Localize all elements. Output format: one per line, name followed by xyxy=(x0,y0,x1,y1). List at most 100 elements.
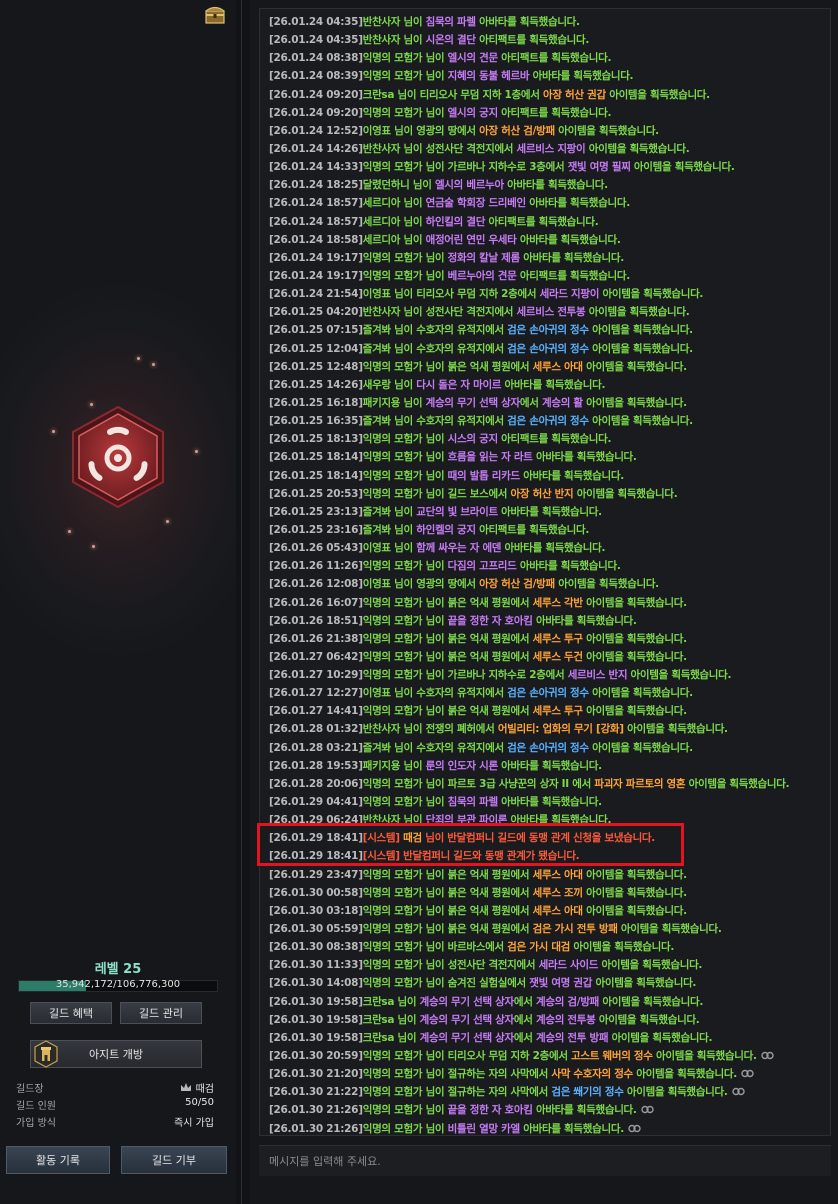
guild-manage-button[interactable]: 길드 관리 xyxy=(120,1002,202,1024)
link-icon[interactable] xyxy=(760,1051,774,1060)
log-text: 익명의 모험가 님이 xyxy=(362,52,448,65)
log-text: 아이템을 획득했습니다. xyxy=(599,995,704,1008)
log-timestamp: [26.01.25 14:26] xyxy=(269,378,363,391)
log-text: 아바타를 획득했습니다. xyxy=(519,251,624,264)
log-text: 연금술 학회장 드리베인 xyxy=(425,197,527,210)
log-timestamp: [26.01.25 20:53] xyxy=(269,487,363,500)
log-text: 아티팩트를 획득했습니다. xyxy=(485,215,599,228)
log-text: 아이템을 획득했습니다. xyxy=(630,161,735,174)
log-text: 익명의 모험가 님이 xyxy=(362,70,448,83)
log-text: 아바타를 획득했습니다. xyxy=(516,560,621,573)
log-timestamp: [26.01.25 07:15] xyxy=(269,324,363,337)
log-timestamp: [26.01.27 10:29] xyxy=(269,669,363,682)
log-text: 익명의 모험가 님이 파르토 3급 사냥꾼의 상자 II 에서 xyxy=(362,777,595,790)
log-text: 아이템을 획득했습니다. xyxy=(582,632,687,645)
log-timestamp: [26.01.30 03:18] xyxy=(269,904,363,917)
log-entry: [26.01.25 20:53]익명의 모험가 님이 길드 보스에서 아장 허산… xyxy=(269,485,829,503)
log-text: 계승의 무기 선택 상자 xyxy=(419,1031,515,1044)
log-text: 익명의 모험가 님이 가르바나 지하수로 3층에서 xyxy=(362,161,568,174)
hideout-open-button[interactable]: 아지트 개방 xyxy=(30,1040,202,1068)
log-text: 어빌리티: 업화의 무기 [강화] xyxy=(497,723,624,736)
log-text: 엘시의 견문 xyxy=(447,52,498,65)
sparkle-effect xyxy=(68,530,71,533)
log-text: 세라드 사이드 xyxy=(538,959,599,972)
log-entry: [26.01.24 08:39]익명의 모험가 님이 지혜의 동불 헤르바 아바… xyxy=(269,67,829,85)
log-text: 아티팩트를 획득했습니다. xyxy=(497,106,612,119)
message-input[interactable]: 메시지를 입력해 주세요. xyxy=(259,1145,831,1176)
log-text: 아바타를 획득했습니다. xyxy=(519,1122,624,1135)
log-timestamp: [26.01.25 16:35] xyxy=(269,415,363,428)
log-text: 세르비스 지팡이 xyxy=(516,142,586,155)
log-text: 아이템을 획득했습니다. xyxy=(599,288,704,301)
log-text: 익명의 모험가 님이 xyxy=(362,433,448,446)
log-text: 아이템을 획득했습니다. xyxy=(588,324,693,337)
guild-donate-button[interactable]: 길드 기부 xyxy=(121,1146,227,1174)
log-timestamp: [26.01.24 09:20] xyxy=(269,106,363,119)
log-text: 잿빛 여명 권갑 xyxy=(529,977,593,990)
log-timestamp: [26.01.26 11:26] xyxy=(269,560,363,573)
log-entry: [26.01.28 03:21]즐겨봐 님이 수호자의 유적지에서 검은 손아귀… xyxy=(269,739,829,757)
log-timestamp: [26.01.24 08:38] xyxy=(269,52,363,65)
link-icon[interactable] xyxy=(628,1124,641,1133)
log-entry: [26.01.28 19:53]패키지용 님이 룬의 인도자 시론 아바타를 획… xyxy=(269,757,829,775)
log-timestamp: [26.01.26 21:38] xyxy=(269,632,363,645)
guild-benefit-button[interactable]: 길드 혜택 xyxy=(30,1002,112,1024)
link-icon[interactable] xyxy=(741,1069,754,1078)
log-text: 반찬사자 님이 전쟁의 폐허에서 xyxy=(362,723,498,736)
log-text: 잿빛 여명 필찌 xyxy=(567,161,631,174)
log-entry: [26.01.29 23:47]익명의 모험가 님이 붉은 억새 평원에서 세루… xyxy=(269,866,829,884)
log-text: 아장 허산 권갑 xyxy=(542,88,606,101)
log-timestamp: [26.01.27 06:42] xyxy=(269,650,363,663)
log-timestamp: [26.01.30 11:33] xyxy=(269,959,363,972)
log-timestamp: [26.01.24 18:58] xyxy=(269,233,363,246)
log-entry: [26.01.25 23:16]즐겨봐 님이 하인켈의 궁지 아티팩트를 획득했… xyxy=(269,521,829,539)
log-text: 아바타를 획득했습니다. xyxy=(501,378,606,391)
log-timestamp: [26.01.30 00:58] xyxy=(269,886,363,899)
log-text: 애정어린 연민 우세타 xyxy=(425,233,517,246)
log-text: 교단의 빛 브라이트 xyxy=(416,505,498,518)
log-text: 아바타를 획득했습니다. xyxy=(501,542,606,555)
log-text: 패키지용 님이 xyxy=(362,759,426,772)
link-icon[interactable] xyxy=(640,1105,654,1114)
log-text: 익명의 모험가 님이 붉은 억새 평원에서 xyxy=(362,705,533,718)
activity-log-button[interactable]: 활동 기록 xyxy=(6,1146,110,1174)
log-text: 크란sa 님이 xyxy=(362,1031,420,1044)
log-text: 아이템을 획득했습니다. xyxy=(582,360,687,373)
activity-log-list: [26.01.24 04:35]반찬사자 님이 침묵의 파렐 아바타를 획득했습… xyxy=(269,13,829,1135)
log-timestamp: [26.01.26 12:08] xyxy=(269,578,363,591)
log-text: 세르디아 님이 xyxy=(362,197,426,210)
log-text: 에서 xyxy=(513,1013,536,1026)
activity-log-panel[interactable]: [26.01.24 04:35]반찬사자 님이 침묵의 파렐 아바타를 획득했습… xyxy=(259,8,831,1136)
log-text: 아티팩트를 획득했습니다. xyxy=(497,433,612,446)
log-entry: [26.01.26 05:43]이영표 님이 함께 싸우는 자 에덴 아바타를 … xyxy=(269,539,829,557)
log-entry: [26.01.30 21:20]익명의 모험가 님이 절규하는 자의 사막에서 … xyxy=(269,1065,829,1083)
log-text: 반찬사자 님이 xyxy=(362,16,426,28)
log-text: 익명의 모험가 님이 바르바스에서 xyxy=(362,941,508,954)
log-text: 아이템을 획득했습니다. xyxy=(582,596,687,609)
log-timestamp: [26.01.30 08:38] xyxy=(269,941,363,954)
sparkle-effect xyxy=(92,545,95,548)
log-text: 에서 xyxy=(519,396,542,409)
log-entry: [26.01.24 19:17]익명의 모험가 님이 베르누아의 견문 아티팩트… xyxy=(269,267,829,285)
log-text: 시스의 궁지 xyxy=(447,433,498,446)
log-text: 아이템을 획득했습니다. xyxy=(617,923,722,936)
log-timestamp: [26.01.24 19:17] xyxy=(269,251,363,264)
log-text: 아이템을 획득했습니다. xyxy=(627,669,732,682)
log-text: 아바타를 획득했습니다. xyxy=(503,179,608,192)
guild-xp-text: 35,942,172/106,776,300 xyxy=(55,979,181,990)
log-entry: [26.01.30 14:08]익명의 모험가 님이 숨겨진 실험실에서 잿빛 … xyxy=(269,974,829,992)
log-text: 계승의 무기 선택 상자 xyxy=(419,1013,515,1026)
log-text: 검은 손아귀의 정수 xyxy=(507,687,589,700)
log-entry: [26.01.24 18:58]세르디아 님이 애정어린 연민 우세타 아바타를… xyxy=(269,231,829,249)
log-text: 세르비스 전투봉 xyxy=(516,306,586,319)
log-text: 침묵의 파렐 xyxy=(425,16,476,28)
treasure-chest-icon[interactable] xyxy=(203,3,227,27)
log-entry: [26.01.29 04:41]익명의 모험가 님이 침묵의 파렐 아바타를 획… xyxy=(269,793,829,811)
log-text: 익명의 모험가 님이 붉은 억새 평원에서 xyxy=(362,886,533,899)
log-text: 패키지용 님이 xyxy=(362,396,426,409)
log-text: 아바타를 획득했습니다. xyxy=(529,70,634,83)
link-icon[interactable] xyxy=(731,1087,745,1096)
log-text: 아바타를 획득했습니다. xyxy=(475,16,580,28)
log-text: 세루스 조끼 xyxy=(532,886,583,899)
log-timestamp: [26.01.25 18:13] xyxy=(269,433,363,446)
